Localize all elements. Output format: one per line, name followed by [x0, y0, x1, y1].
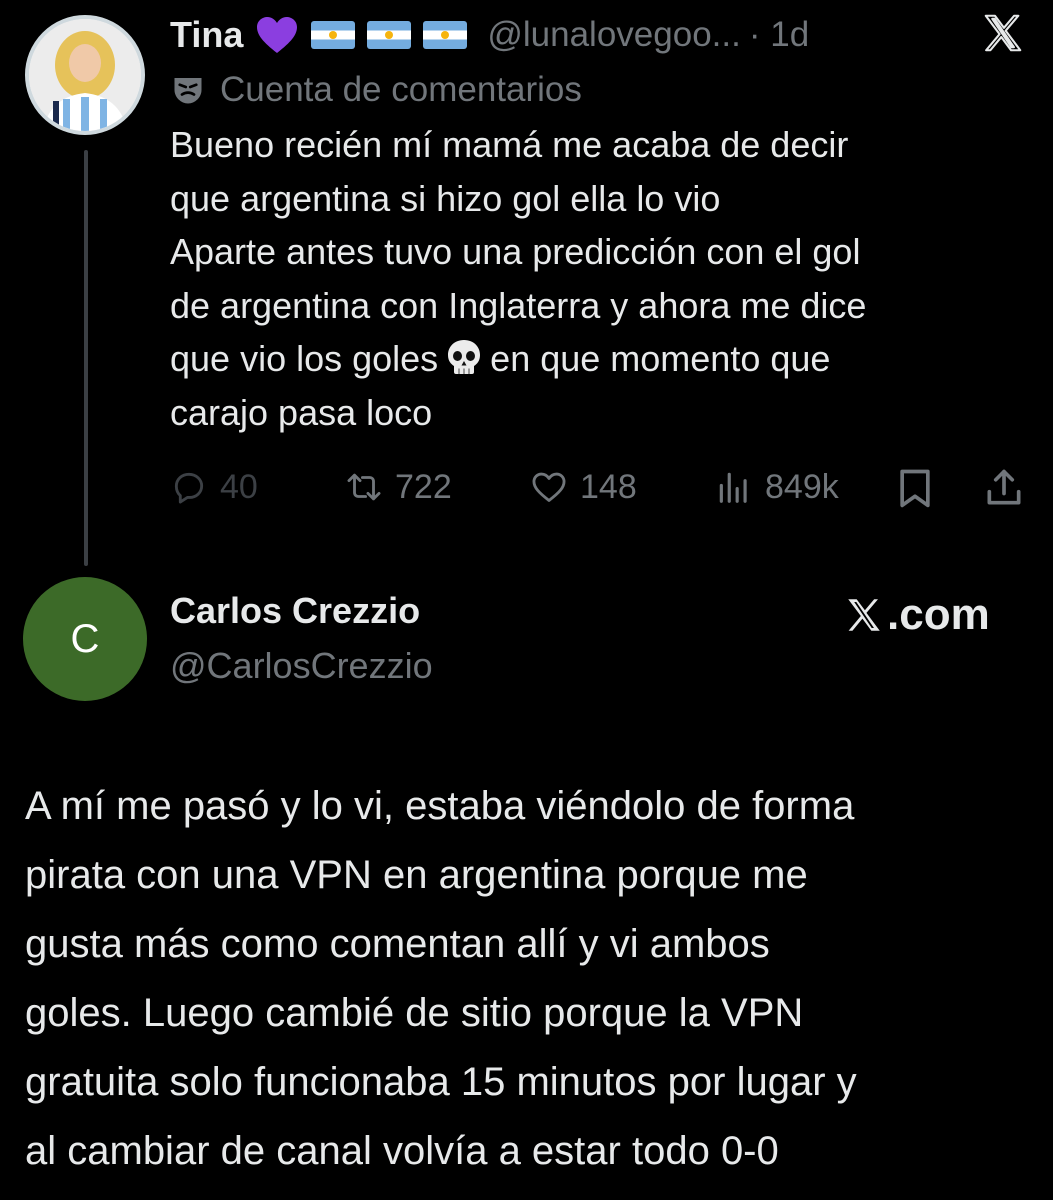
- author-handle[interactable]: @CarlosCrezzio: [170, 645, 433, 687]
- repost-button[interactable]: 722: [345, 464, 452, 510]
- tweet-header: Tina @lunalovegoo... · 1d: [170, 10, 809, 60]
- share-icon[interactable]: [982, 466, 1026, 510]
- profile-photo: [29, 19, 141, 131]
- purple-heart-icon: [257, 17, 298, 53]
- tweet-text: Bueno recién mí mamá me acaba de decir q…: [170, 118, 1030, 440]
- reply-button[interactable]: 40: [170, 464, 258, 510]
- views-icon: [719, 472, 747, 503]
- tweet-line: que argentina si hizo gol ella lo vio: [170, 177, 721, 219]
- tweet-line: pirata con una VPN en argentina porque m…: [25, 853, 808, 897]
- tweet-line: Aparte antes tuvo una predicción con el …: [170, 231, 861, 273]
- reply-icon: [174, 472, 204, 504]
- argentina-flag-icon: [311, 21, 356, 49]
- avatar[interactable]: C: [23, 577, 147, 701]
- tweet-line: Bueno recién mí mamá me acaba de decir: [170, 124, 849, 165]
- mask-icon: [174, 78, 202, 104]
- tweet-line: de argentina con Inglaterra y ahora me d…: [170, 284, 867, 326]
- view-count: 849k: [765, 467, 839, 506]
- tweet-line-with-emoji: que vio los goles en que momento que: [170, 332, 1030, 386]
- avatar-initial: C: [70, 616, 100, 661]
- tweet-line: goles. Luego cambié de sitio porque la V…: [25, 991, 804, 1035]
- author-name[interactable]: Carlos Crezzio: [170, 590, 420, 632]
- argentina-flag-icon: [423, 21, 468, 49]
- like-button[interactable]: 148: [530, 464, 637, 510]
- source-link[interactable]: .com: [843, 590, 990, 640]
- like-icon: [532, 472, 566, 502]
- x-logo-icon: [848, 599, 880, 631]
- argentina-flag-icon: [367, 21, 412, 49]
- author-name[interactable]: Tina: [170, 14, 243, 56]
- tweet-line: gusta más como comentan allí y vi ambos: [25, 922, 770, 966]
- tweet-line-part: que vio los goles: [170, 338, 439, 380]
- author-handle[interactable]: @lunalovegoo...: [487, 15, 740, 55]
- views-button[interactable]: 849k: [715, 464, 839, 510]
- account-label-text: Cuenta de comentarios: [220, 70, 582, 109]
- tweet-line: A mí me pasó y lo vi, estaba viéndolo de…: [25, 784, 855, 828]
- thread-connector: [84, 150, 88, 566]
- account-label: Cuenta de comentarios: [170, 68, 582, 112]
- timestamp[interactable]: · 1d: [749, 15, 809, 55]
- x-logo-icon[interactable]: [980, 10, 1026, 56]
- avatar[interactable]: [25, 15, 145, 135]
- tweet-line: gratuita solo funcionaba 15 minutos por …: [25, 1060, 857, 1104]
- tweet-text: A mí me pasó y lo vi, estaba viéndolo de…: [25, 772, 1035, 1186]
- like-count: 148: [580, 467, 637, 506]
- reply-count: 40: [220, 467, 258, 506]
- tweet-line: carajo pasa loco: [170, 391, 433, 433]
- repost-icon: [347, 473, 381, 501]
- skull-icon: [448, 340, 481, 375]
- tweet-line-part: en que momento que: [490, 338, 831, 380]
- source-text: .com: [887, 590, 990, 639]
- repost-count: 722: [395, 467, 452, 506]
- tweet-line: al cambiar de canal volvía a estar todo …: [25, 1129, 779, 1173]
- bookmark-icon[interactable]: [893, 466, 937, 510]
